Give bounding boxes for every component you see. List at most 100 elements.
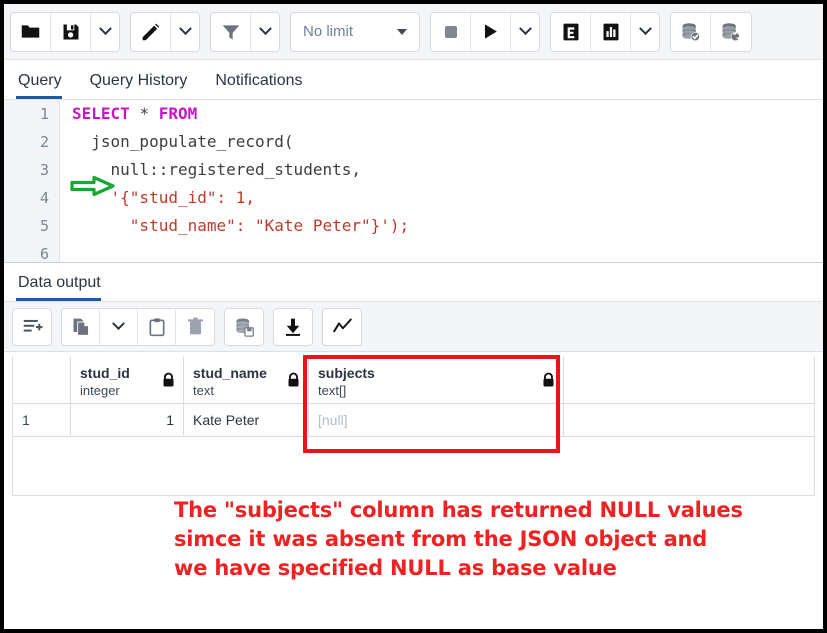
sql-token: json_populate_record( — [72, 132, 294, 151]
edit-button[interactable] — [131, 12, 171, 51]
cell-stud-name[interactable]: Kate Peter — [184, 404, 309, 436]
line-chart-icon — [332, 318, 352, 333]
clipboard-icon — [149, 317, 164, 336]
sql-token: FROM — [158, 104, 198, 123]
query-tool-toolbar: No limit — [4, 4, 823, 60]
download-icon — [285, 318, 301, 336]
explain-options-dropdown[interactable] — [631, 12, 659, 51]
lock-icon — [288, 372, 299, 386]
trash-icon — [187, 317, 203, 335]
sql-token: "stud_name": "Kate Peter"}'); — [129, 216, 410, 235]
database-rollback-icon — [722, 22, 741, 41]
chevron-down-icon — [518, 22, 532, 36]
result-grid[interactable]: stud_id integer stud_name text subjects … — [12, 356, 815, 496]
save-options-dropdown[interactable] — [91, 12, 119, 51]
table-row[interactable]: 1 1 Kate Peter [null] — [13, 404, 814, 437]
line-number: 4 — [39, 189, 49, 207]
chevron-down-icon — [258, 22, 272, 36]
grid-header-rownum[interactable] — [13, 356, 71, 403]
line-number: 1 — [39, 105, 49, 123]
explain-button[interactable] — [551, 12, 591, 51]
add-row-button[interactable] — [13, 308, 51, 345]
green-pointer-arrow-icon — [70, 175, 115, 197]
row-limit-value: No limit — [303, 23, 354, 40]
sql-code-area[interactable]: SELECT * FROM json_populate_record( null… — [60, 100, 823, 262]
tab-query[interactable]: Query — [16, 72, 74, 99]
stop-query-button[interactable] — [431, 12, 471, 51]
grid-header-subjects[interactable]: subjects text[] — [309, 356, 564, 403]
tab-notifications-label: Notifications — [215, 72, 303, 89]
sql-code-line: '{"stud_id": 1, — [60, 184, 823, 212]
chevron-down-icon — [112, 317, 125, 331]
download-group — [273, 307, 313, 346]
column-name: stud_name — [193, 365, 267, 381]
sql-editor[interactable]: 1 2 3 4 5 6 SELECT * FROM json_populate_… — [4, 100, 823, 262]
column-type: text[] — [318, 383, 347, 398]
cell-subjects[interactable]: [null] — [309, 404, 564, 436]
column-type: integer — [80, 383, 120, 398]
tab-data-output-label: Data output — [18, 274, 101, 291]
annotation-line: simce it was absent from the JSON object… — [174, 527, 708, 551]
main-tabbar: Query Query History Notifications — [4, 60, 823, 100]
tab-query-label: Query — [18, 72, 62, 89]
explain-e-icon — [563, 23, 578, 40]
graph-visualiser-button[interactable] — [323, 308, 361, 345]
commit-button[interactable] — [671, 12, 711, 51]
triangle-down-icon — [397, 28, 407, 35]
pgadmin-query-tool-window: No limit Query Query History Notificatio… — [4, 4, 823, 629]
line-number: 2 — [39, 133, 49, 151]
rowlimit-group: No limit — [290, 11, 420, 52]
execute-options-dropdown[interactable] — [511, 12, 539, 51]
copy-options-dropdown[interactable] — [100, 308, 138, 345]
filter-group — [210, 11, 280, 52]
sql-token: '{"stud_id": 1, — [110, 188, 256, 207]
column-name: stud_id — [80, 365, 130, 381]
save-data-changes-button[interactable] — [225, 308, 263, 345]
lock-icon — [163, 372, 174, 386]
sql-code-line: json_populate_record( — [60, 128, 823, 156]
sql-token: * — [139, 104, 150, 123]
chevron-down-icon — [638, 22, 652, 36]
save-file-button[interactable] — [51, 12, 91, 51]
chevron-down-icon — [178, 22, 192, 36]
row-limit-select[interactable]: No limit — [291, 12, 419, 51]
copy-button[interactable] — [62, 308, 100, 345]
lock-icon — [543, 372, 554, 386]
annotation-line: we have specified NULL as base value — [174, 556, 617, 580]
tab-data-output[interactable]: Data output — [16, 274, 113, 301]
database-save-icon — [235, 318, 254, 337]
delete-row-button[interactable] — [176, 308, 214, 345]
explain-analyze-button[interactable] — [591, 12, 631, 51]
grid-header-stud-name[interactable]: stud_name text — [184, 356, 309, 403]
filter-options-dropdown[interactable] — [251, 12, 279, 51]
rollback-button[interactable] — [711, 12, 751, 51]
data-output-toolbar — [4, 302, 823, 352]
annotation-line: The "subjects" column has returned NULL … — [174, 498, 743, 522]
sql-code-line: null::registered_students, — [60, 156, 823, 184]
cell-stud-id[interactable]: 1 — [71, 404, 184, 436]
tab-query-history[interactable]: Query History — [88, 72, 200, 99]
grid-header-stud-id[interactable]: stud_id integer — [71, 356, 184, 403]
funnel-icon — [222, 24, 239, 39]
sql-code-line: SELECT * FROM — [60, 100, 823, 128]
add-row-icon — [23, 319, 43, 332]
add-row-group — [12, 307, 52, 346]
transaction-group — [670, 11, 752, 52]
download-csv-button[interactable] — [274, 308, 312, 345]
column-type: text — [193, 383, 214, 398]
execute-query-button[interactable] — [471, 12, 511, 51]
filter-button[interactable] — [211, 12, 251, 51]
execute-group — [430, 11, 540, 52]
paste-button[interactable] — [138, 308, 176, 345]
edit-options-dropdown[interactable] — [171, 12, 199, 51]
chevron-down-icon — [98, 22, 112, 36]
sql-token: SELECT — [72, 104, 130, 123]
copy-icon — [73, 318, 89, 336]
pencil-icon — [142, 23, 160, 41]
line-number-gutter: 1 2 3 4 5 6 — [4, 100, 60, 262]
tab-notifications[interactable]: Notifications — [213, 72, 314, 99]
open-file-button[interactable] — [11, 12, 51, 51]
